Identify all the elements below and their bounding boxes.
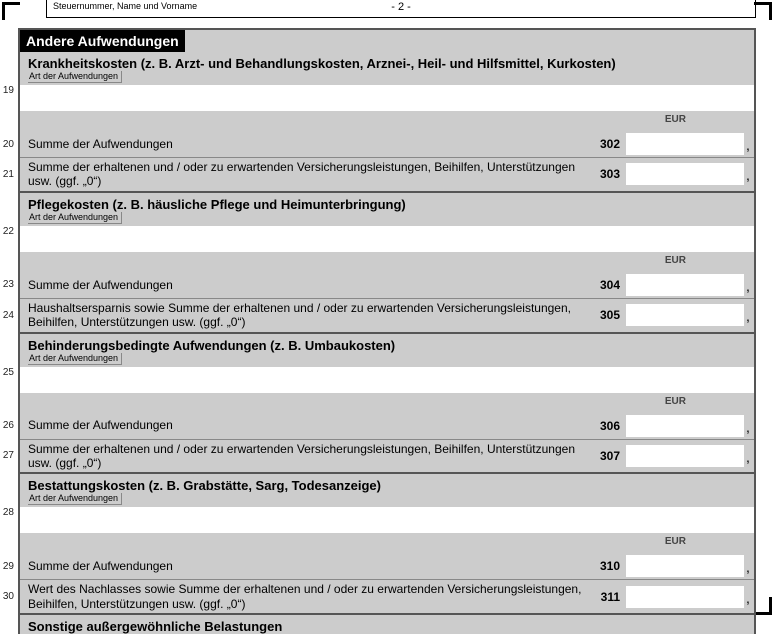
art-input-row[interactable]: 19 [20,85,754,111]
amount-block: EUR 29Summe der Aufwendungen310,30Wert de… [20,533,754,613]
eur-label: EUR [665,536,686,547]
amount-input[interactable] [626,415,744,437]
art-input-row[interactable]: 25 [20,367,754,393]
art-label: Art der Aufwendungen [20,493,754,507]
crop-mark-br [754,597,772,615]
page-number: - 2 - [391,1,411,13]
main-title: Andere Aufwendungen [20,30,185,52]
amount-input[interactable] [626,133,744,155]
amount-input[interactable] [626,586,744,608]
row-text: Summe der erhaltenen und / oder zu erwar… [20,440,594,473]
field-code: 305 [594,308,624,322]
decimal-comma: , [744,308,752,326]
row-text: Summe der Aufwendungen [20,557,594,575]
row-text: Summe der Aufwendungen [20,416,594,434]
line-number: 19 [0,85,14,96]
row-text: Summe der Aufwendungen [20,135,594,153]
row-text: Summe der Aufwendungen [20,276,594,294]
amount-input[interactable] [626,555,744,577]
amount-block: EUR 20Summe der Aufwendungen302,21Summe d… [20,111,754,191]
header-label: Steuernummer, Name und Vorname [53,1,197,11]
amount-block: EUR 26Summe der Aufwendungen306,27Summe d… [20,393,754,473]
line-number: 20 [0,139,14,150]
field-code: 310 [594,559,624,573]
decimal-comma: , [744,449,752,467]
line-number: 25 [0,367,14,378]
row-text: Summe der erhaltenen und / oder zu erwar… [20,158,594,191]
amount-row: 24Haushaltsersparnis sowie Summe der erh… [20,299,754,332]
line-number: 23 [0,279,14,290]
line-number: 21 [0,169,14,180]
art-label: Art der Aufwendungen [20,71,754,85]
decimal-comma: , [744,137,752,155]
field-code: 303 [594,167,624,181]
eur-label: EUR [665,255,686,266]
line-number: 26 [0,420,14,431]
header-box: Steuernummer, Name und Vorname - 2 - [46,0,756,18]
line-number: 28 [0,507,14,518]
amount-row: 26Summe der Aufwendungen306, [20,413,754,440]
field-code: 302 [594,137,624,151]
art-input-row[interactable]: 22 [20,226,754,252]
amount-input[interactable] [626,274,744,296]
row-text: Haushaltsersparnis sowie Summe der erhal… [20,299,594,332]
amount-input[interactable] [626,163,744,185]
section-header: Krankheitskosten (z. B. Arzt- und Behand… [20,52,754,71]
eur-label: EUR [665,114,686,125]
decimal-comma: , [744,590,752,608]
line-number: 29 [0,561,14,572]
field-code: 311 [594,590,624,604]
amount-row: 21Summe der erhaltenen und / oder zu erw… [20,158,754,191]
field-code: 306 [594,419,624,433]
amount-row: 23Summe der Aufwendungen304, [20,272,754,299]
form-container: Andere Aufwendungen Krankheitskosten (z.… [18,28,756,634]
amount-row: 20Summe der Aufwendungen302, [20,131,754,158]
decimal-comma: , [744,167,752,185]
art-label: Art der Aufwendungen [20,353,754,367]
section-header: Bestattungskosten (z. B. Grabstätte, Sar… [20,472,754,493]
line-number: 22 [0,226,14,237]
amount-block: EUR 23Summe der Aufwendungen304,24Haushal… [20,252,754,332]
line-number: 27 [0,450,14,461]
amount-row: 27Summe der erhaltenen und / oder zu erw… [20,440,754,473]
crop-mark-tr [754,2,772,20]
decimal-comma: , [744,419,752,437]
decimal-comma: , [744,278,752,296]
amount-input[interactable] [626,445,744,467]
amount-row: 30Wert des Nachlasses sowie Summe der er… [20,580,754,613]
section-header: Behinderungsbedingte Aufwendungen (z. B.… [20,332,754,353]
field-code: 307 [594,449,624,463]
eur-label: EUR [665,396,686,407]
art-input-row[interactable]: 28 [20,507,754,533]
decimal-comma: , [744,559,752,577]
field-code: 304 [594,278,624,292]
line-number: 30 [0,591,14,602]
amount-row: 29Summe der Aufwendungen310, [20,553,754,580]
section-sonstige: Sonstige außergewöhnliche Belastungen [20,613,754,634]
line-number: 24 [0,310,14,321]
section-header: Pflegekosten (z. B. häusliche Pflege und… [20,191,754,212]
amount-input[interactable] [626,304,744,326]
row-text: Wert des Nachlasses sowie Summe der erha… [20,580,594,613]
art-label: Art der Aufwendungen [20,212,754,226]
